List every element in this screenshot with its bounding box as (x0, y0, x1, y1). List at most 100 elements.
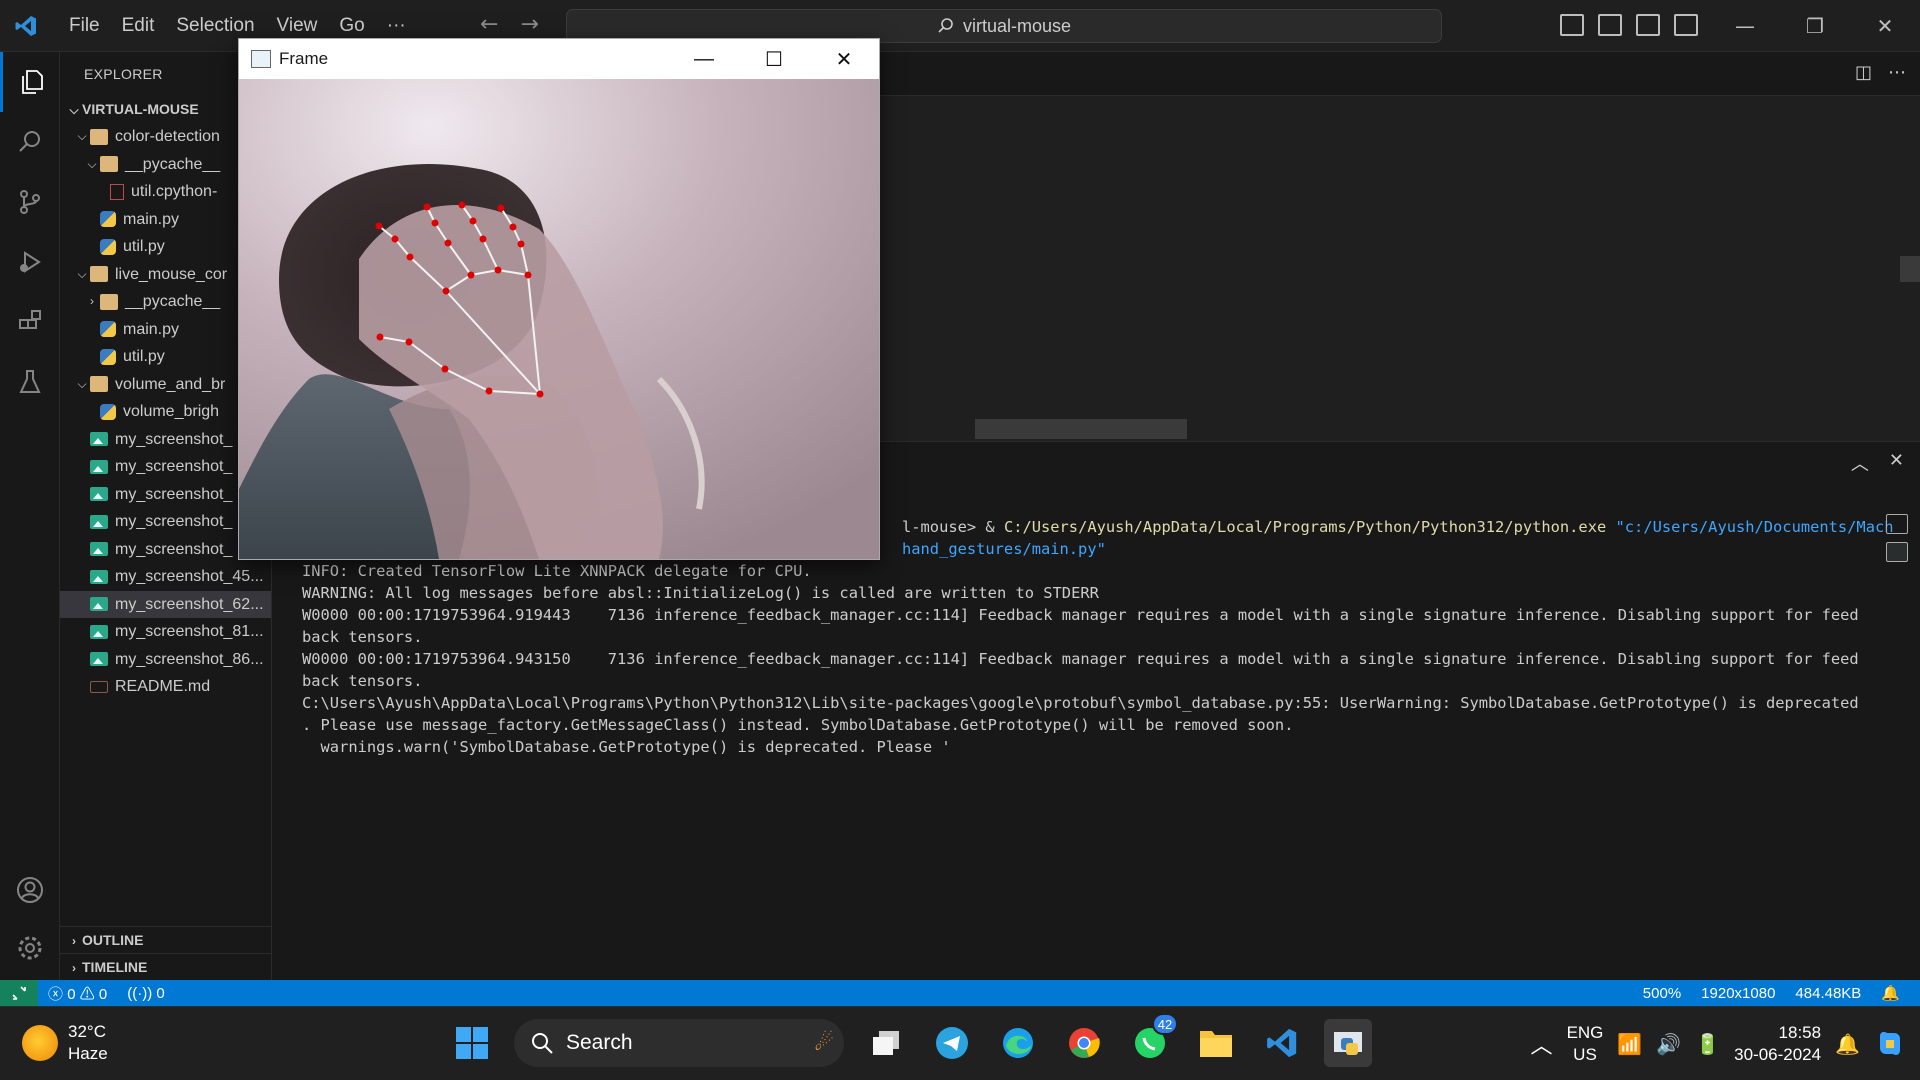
menu-edit[interactable]: Edit (111, 15, 166, 37)
volume-icon[interactable]: 🔊 (1656, 1032, 1681, 1057)
hand-landmark-point (479, 235, 487, 243)
close-button[interactable]: ✕ (1850, 0, 1920, 52)
hand-landmark-point (524, 271, 532, 279)
customize-layout-icon[interactable] (1674, 14, 1698, 36)
tree-item-label: volume_and_br (115, 375, 226, 393)
layout-controls (1560, 14, 1698, 36)
outline-section[interactable]: › OUTLINE (60, 926, 271, 953)
ports-indicator[interactable]: ((·)) 0 (117, 985, 175, 1002)
tree-item-label: util.py (123, 348, 165, 365)
chevron-right-icon: › (90, 294, 94, 308)
weather-widget[interactable]: 32°C Haze (22, 1021, 108, 1065)
activity-bar (0, 52, 60, 980)
source-control-icon[interactable] (0, 172, 60, 232)
remote-indicator-icon[interactable] (0, 980, 38, 1006)
python-app-icon[interactable] (1324, 1019, 1372, 1067)
language-indicator[interactable]: ENG US (1567, 1022, 1604, 1066)
whatsapp-icon[interactable]: 42 (1126, 1013, 1178, 1067)
maximize-panel-icon[interactable]: ︿ (1851, 450, 1869, 476)
extensions-icon[interactable] (0, 292, 60, 352)
weather-text: 32°C Haze (68, 1021, 108, 1065)
vertical-scrollbar[interactable] (1900, 256, 1920, 282)
menu-go[interactable]: Go (328, 15, 375, 37)
file-item[interactable]: my_screenshot_62... (60, 590, 271, 618)
language-line1: ENG (1566, 1023, 1604, 1042)
taskbar: 32°C Haze Search ☄ 42 ︿ ENG US 📶 🔊 🔋 18:… (0, 1006, 1920, 1080)
more-actions-icon[interactable]: ⋯ (1888, 62, 1906, 83)
telegram-icon[interactable] (928, 1019, 976, 1067)
split-editor-icon[interactable]: ◫ (1855, 62, 1872, 83)
command-center-text: virtual-mouse (962, 15, 1072, 36)
camera-image (239, 79, 879, 559)
chevron-down-icon: ⌵ (69, 103, 79, 117)
vscode-logo-icon (0, 0, 52, 52)
taskbar-search[interactable]: Search ☄ (514, 1019, 844, 1067)
frame-window[interactable]: Frame — ☐ ✕ (238, 38, 880, 560)
tree-item-label: __pycache__ (125, 293, 221, 310)
horizontal-scrollbar[interactable] (975, 419, 1187, 439)
accounts-icon[interactable] (0, 860, 60, 920)
search-icon[interactable] (0, 112, 60, 172)
menu-more[interactable]: ··· (376, 15, 417, 37)
copilot-icon[interactable] (1874, 1028, 1906, 1060)
timeline-section[interactable]: › TIMELINE (60, 953, 271, 980)
frame-minimize-button[interactable]: — (669, 39, 739, 79)
testing-icon[interactable] (0, 352, 60, 412)
image-file-icon (90, 514, 108, 529)
problems-indicator[interactable]: ⓧ 0 ⚠ 0 (38, 983, 117, 1004)
frame-close-button[interactable]: ✕ (809, 39, 879, 79)
image-file-icon (90, 569, 108, 584)
edge-browser-icon[interactable] (994, 1019, 1042, 1067)
menu-selection[interactable]: Selection (165, 15, 265, 37)
frame-app-icon (251, 50, 271, 68)
back-arrow-icon[interactable]: ← (480, 12, 498, 37)
run-debug-icon[interactable] (0, 232, 60, 292)
notifications-bell-icon[interactable]: 🔔 (1871, 984, 1910, 1002)
terminal-instance-icon[interactable] (1886, 542, 1908, 562)
tree-item-label: main.py (123, 210, 180, 228)
wifi-icon[interactable]: 📶 (1617, 1032, 1642, 1057)
zoom-level[interactable]: 500% (1633, 985, 1691, 1002)
menu-view[interactable]: View (266, 15, 329, 37)
toggle-sidebar-icon[interactable] (1560, 14, 1584, 36)
frame-title-bar[interactable]: Frame — ☐ ✕ (239, 39, 879, 79)
battery-icon[interactable]: 🔋 (1695, 1032, 1720, 1057)
file-explorer-icon[interactable] (1192, 1019, 1240, 1067)
toggle-panel-icon[interactable] (1598, 14, 1622, 36)
task-view-icon[interactable] (862, 1019, 910, 1067)
weather-condition: Haze (68, 1044, 108, 1063)
notifications-icon[interactable]: 🔔 (1835, 1032, 1860, 1057)
menu-file[interactable]: File (58, 15, 111, 37)
close-panel-icon[interactable]: ✕ (1889, 450, 1904, 476)
file-item[interactable]: my_screenshot_45... (60, 563, 271, 591)
ports-count: 0 (156, 984, 165, 1002)
file-item[interactable]: my_screenshot_86... (60, 646, 271, 674)
hand-landmark-point (441, 365, 449, 373)
hand-landmark-point (431, 219, 439, 227)
image-file-icon (90, 652, 108, 667)
terminal-instance-icon[interactable] (1886, 514, 1908, 534)
start-windows-icon[interactable] (448, 1019, 496, 1067)
tree-item-label: util.cpython- (131, 183, 218, 200)
minimize-button[interactable]: — (1710, 0, 1780, 52)
python-folder-icon (100, 156, 118, 173)
toggle-secondary-sidebar-icon[interactable] (1636, 14, 1660, 36)
chrome-browser-icon[interactable] (1060, 1019, 1108, 1067)
restore-button[interactable]: ❐ (1780, 0, 1850, 52)
terminal-python-exe: C:/Users/Ayush/AppData/Local/Programs/Py… (1003, 518, 1607, 536)
clock[interactable]: 18:58 30-06-2024 (1734, 1022, 1821, 1066)
explorer-icon[interactable] (0, 52, 60, 112)
chevron-down-icon: ⌵ (87, 156, 97, 171)
forward-arrow-icon[interactable]: → (520, 12, 538, 37)
file-item[interactable]: my_screenshot_81... (60, 618, 271, 646)
image-dimensions[interactable]: 1920x1080 (1691, 985, 1785, 1002)
hand-landmark-point (469, 217, 477, 225)
file-item[interactable]: README.md (60, 673, 271, 701)
settings-gear-icon[interactable] (0, 918, 60, 978)
image-size[interactable]: 484.48KB (1785, 985, 1871, 1002)
frame-window-controls: — ☐ ✕ (669, 39, 879, 79)
image-file-icon (90, 459, 108, 474)
vscode-taskbar-icon[interactable] (1258, 1019, 1306, 1067)
show-hidden-icons-icon[interactable]: ︿ (1531, 1028, 1553, 1060)
frame-maximize-button[interactable]: ☐ (739, 39, 809, 79)
